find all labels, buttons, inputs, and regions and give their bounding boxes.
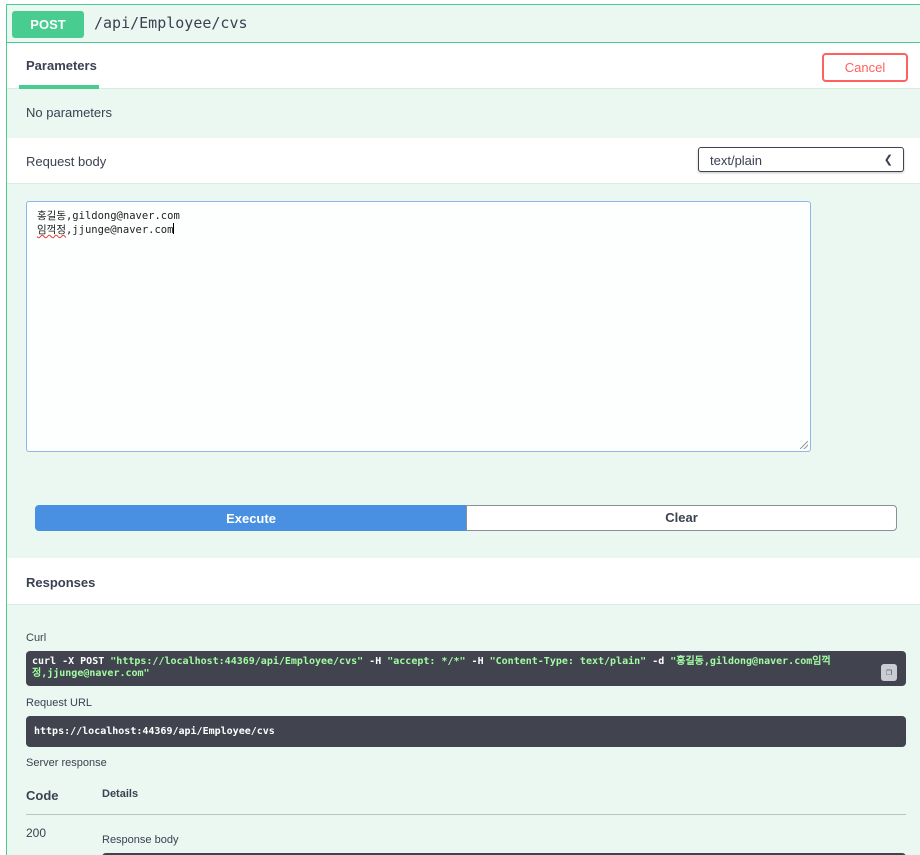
- resize-handle-icon[interactable]: [800, 441, 808, 449]
- operation-summary[interactable]: POST /api/Employee/cvs: [7, 5, 920, 43]
- request-url-value[interactable]: https://localhost:44369/api/Employee/cvs: [26, 716, 906, 747]
- request-body-label: Request body: [26, 154, 107, 169]
- content-type-value: text/plain: [710, 153, 763, 168]
- parameters-header: Parameters Cancel: [7, 43, 920, 89]
- responses-title: Responses: [26, 575, 96, 590]
- method-badge: POST: [12, 11, 84, 38]
- server-response-label: Server response: [26, 757, 107, 769]
- response-body-label: Response body: [102, 834, 179, 846]
- clear-button[interactable]: Clear: [466, 505, 897, 531]
- text-caret: [173, 223, 175, 234]
- curl-command[interactable]: curl -X POST "https://localhost:44369/ap…: [26, 651, 906, 686]
- cancel-button[interactable]: Cancel: [822, 53, 908, 82]
- responses-header: Responses: [7, 558, 920, 605]
- response-code: 200: [26, 826, 47, 840]
- curl-label: Curl: [26, 632, 47, 644]
- operation-block: POST /api/Employee/cvs Parameters Cancel…: [6, 4, 920, 855]
- execute-button[interactable]: Execute: [35, 505, 467, 531]
- copy-to-clipboard-icon[interactable]: ❐: [881, 664, 897, 681]
- tab-active-indicator: [19, 85, 99, 89]
- no-parameters-text: No parameters: [26, 105, 112, 120]
- request-body-header: Request body text/plain ❮: [7, 138, 920, 184]
- body-line-1: 홍길동,gildong@naver.com: [37, 210, 180, 222]
- details-column-header: Details: [102, 788, 139, 800]
- endpoint-path: /api/Employee/cvs: [94, 14, 248, 32]
- body-line-2: 임꺽정,jjunge@naver.com: [37, 223, 175, 236]
- content-type-select[interactable]: text/plain ❮: [698, 147, 904, 172]
- request-body-textarea[interactable]: 홍길동,gildong@naver.com 임꺽정,jjunge@naver.c…: [26, 201, 811, 452]
- tab-parameters[interactable]: Parameters: [26, 58, 97, 73]
- request-url-label: Request URL: [26, 697, 93, 709]
- chevron-down-icon: ❮: [883, 154, 893, 166]
- table-divider: [26, 814, 906, 815]
- code-column-header: Code: [26, 788, 59, 803]
